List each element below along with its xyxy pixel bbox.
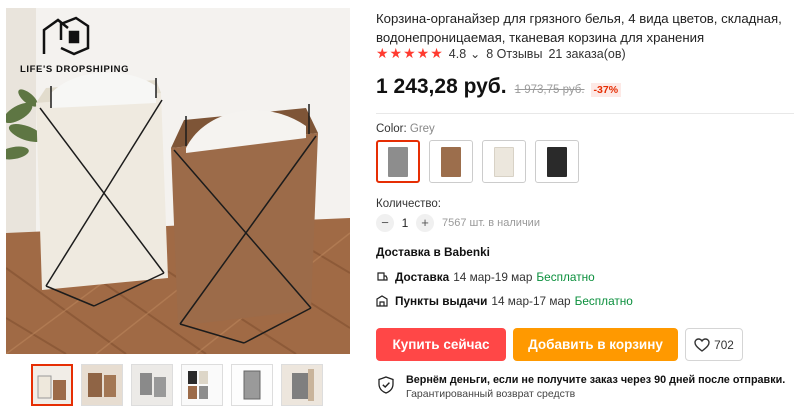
- wishlist-button[interactable]: 702: [685, 328, 743, 361]
- thumbnail-3[interactable]: [131, 364, 173, 406]
- quantity-value[interactable]: 1: [394, 216, 416, 230]
- price-row: 1 243,28 руб. 1 973,75 руб. -37%: [376, 75, 622, 99]
- product-photo-illustration: [6, 8, 350, 354]
- color-swatch-brown[interactable]: [429, 140, 473, 183]
- thumbnail-image: [232, 365, 272, 405]
- reviews-link[interactable]: 8 Отзывы: [486, 47, 542, 61]
- chevron-down-icon[interactable]: ⌄: [470, 47, 480, 61]
- thumbnail-1[interactable]: [31, 364, 73, 406]
- thumbnail-image: [132, 365, 172, 405]
- color-swatch-grey[interactable]: [376, 140, 420, 183]
- selected-color-name: Grey: [409, 123, 435, 135]
- swatch-preview: [547, 146, 567, 177]
- color-swatch-black[interactable]: [535, 140, 579, 183]
- color-label: Color: Grey: [376, 123, 435, 135]
- shipping-price: Бесплатно: [536, 270, 595, 284]
- orders-count: 21 заказа(ов): [548, 46, 626, 61]
- rating-value: 4.8: [448, 46, 467, 61]
- stock-count: 7567 шт. в наличии: [442, 217, 540, 229]
- thumbnail-6[interactable]: [281, 364, 323, 406]
- thumbnail-strip: [31, 364, 323, 406]
- swatch-preview: [388, 146, 408, 177]
- main-product-image[interactable]: LIFE'S DROPSHIPING: [6, 8, 350, 354]
- current-price: 1 243,28 руб.: [376, 75, 507, 98]
- shipping-dates: 14 мар-19 мар: [453, 270, 533, 284]
- quantity-stepper: − 1 + 7567 шт. в наличии: [376, 214, 540, 232]
- thumbnail-image: [182, 365, 222, 405]
- brand-logo-text: LIFE'S DROPSHIPING: [20, 64, 130, 75]
- pickup-point-icon: [376, 295, 388, 307]
- color-swatch-beige[interactable]: [482, 140, 526, 183]
- shipping-option-courier[interactable]: Доставка 14 мар-19 мар Бесплатно: [376, 270, 595, 284]
- old-price: 1 973,75 руб.: [514, 84, 585, 96]
- quantity-label: Количество:: [376, 198, 441, 210]
- rating-row: ★★★★★ 4.8 ⌄ 8 Отзывы 21 заказа(ов): [376, 45, 626, 62]
- thumbnail-image: [33, 366, 71, 404]
- add-to-cart-button[interactable]: Добавить в корзину: [513, 328, 678, 361]
- discount-badge: -37%: [590, 83, 622, 97]
- shipping-dates: 14 мар-17 мар: [491, 294, 571, 308]
- swatch-preview: [494, 146, 514, 177]
- thumbnail-5[interactable]: [231, 364, 273, 406]
- buy-now-button[interactable]: Купить сейчас: [376, 328, 506, 361]
- swatch-preview: [441, 146, 461, 177]
- heart-icon: [694, 337, 710, 352]
- delivery-box-icon: [377, 272, 388, 281]
- quantity-increase-button[interactable]: +: [416, 214, 434, 232]
- quantity-decrease-button[interactable]: −: [376, 214, 394, 232]
- wishlist-count: 702: [714, 337, 734, 352]
- thumbnail-2[interactable]: [81, 364, 123, 406]
- guarantee-text: Вернём деньги, если не получите заказ че…: [406, 374, 785, 401]
- star-rating-icon: ★★★★★: [376, 45, 444, 61]
- shipping-type: Доставка: [395, 270, 450, 284]
- divider: [376, 113, 794, 114]
- guarantee-title: Вернём деньги, если не получите заказ че…: [406, 374, 786, 386]
- guarantee-subtitle: Гарантированный возврат средств: [406, 388, 576, 400]
- shipping-price: Бесплатно: [574, 294, 633, 308]
- color-swatches: [376, 140, 579, 183]
- delivery-heading[interactable]: Доставка в Babenki: [376, 245, 490, 259]
- thumbnail-image: [282, 365, 322, 405]
- thumbnail-image: [82, 365, 122, 405]
- shield-check-icon: [378, 376, 394, 394]
- shipping-option-pickup[interactable]: Пункты выдачи 14 мар-17 мар Бесплатно: [376, 294, 633, 308]
- shipping-type: Пункты выдачи: [395, 294, 488, 308]
- buyer-protection[interactable]: Вернём деньги, если не получите заказ че…: [378, 374, 785, 401]
- color-label-text: Color:: [376, 123, 407, 135]
- product-title: Корзина-органайзер для грязного белья, 4…: [376, 11, 782, 45]
- thumbnail-4[interactable]: [181, 364, 223, 406]
